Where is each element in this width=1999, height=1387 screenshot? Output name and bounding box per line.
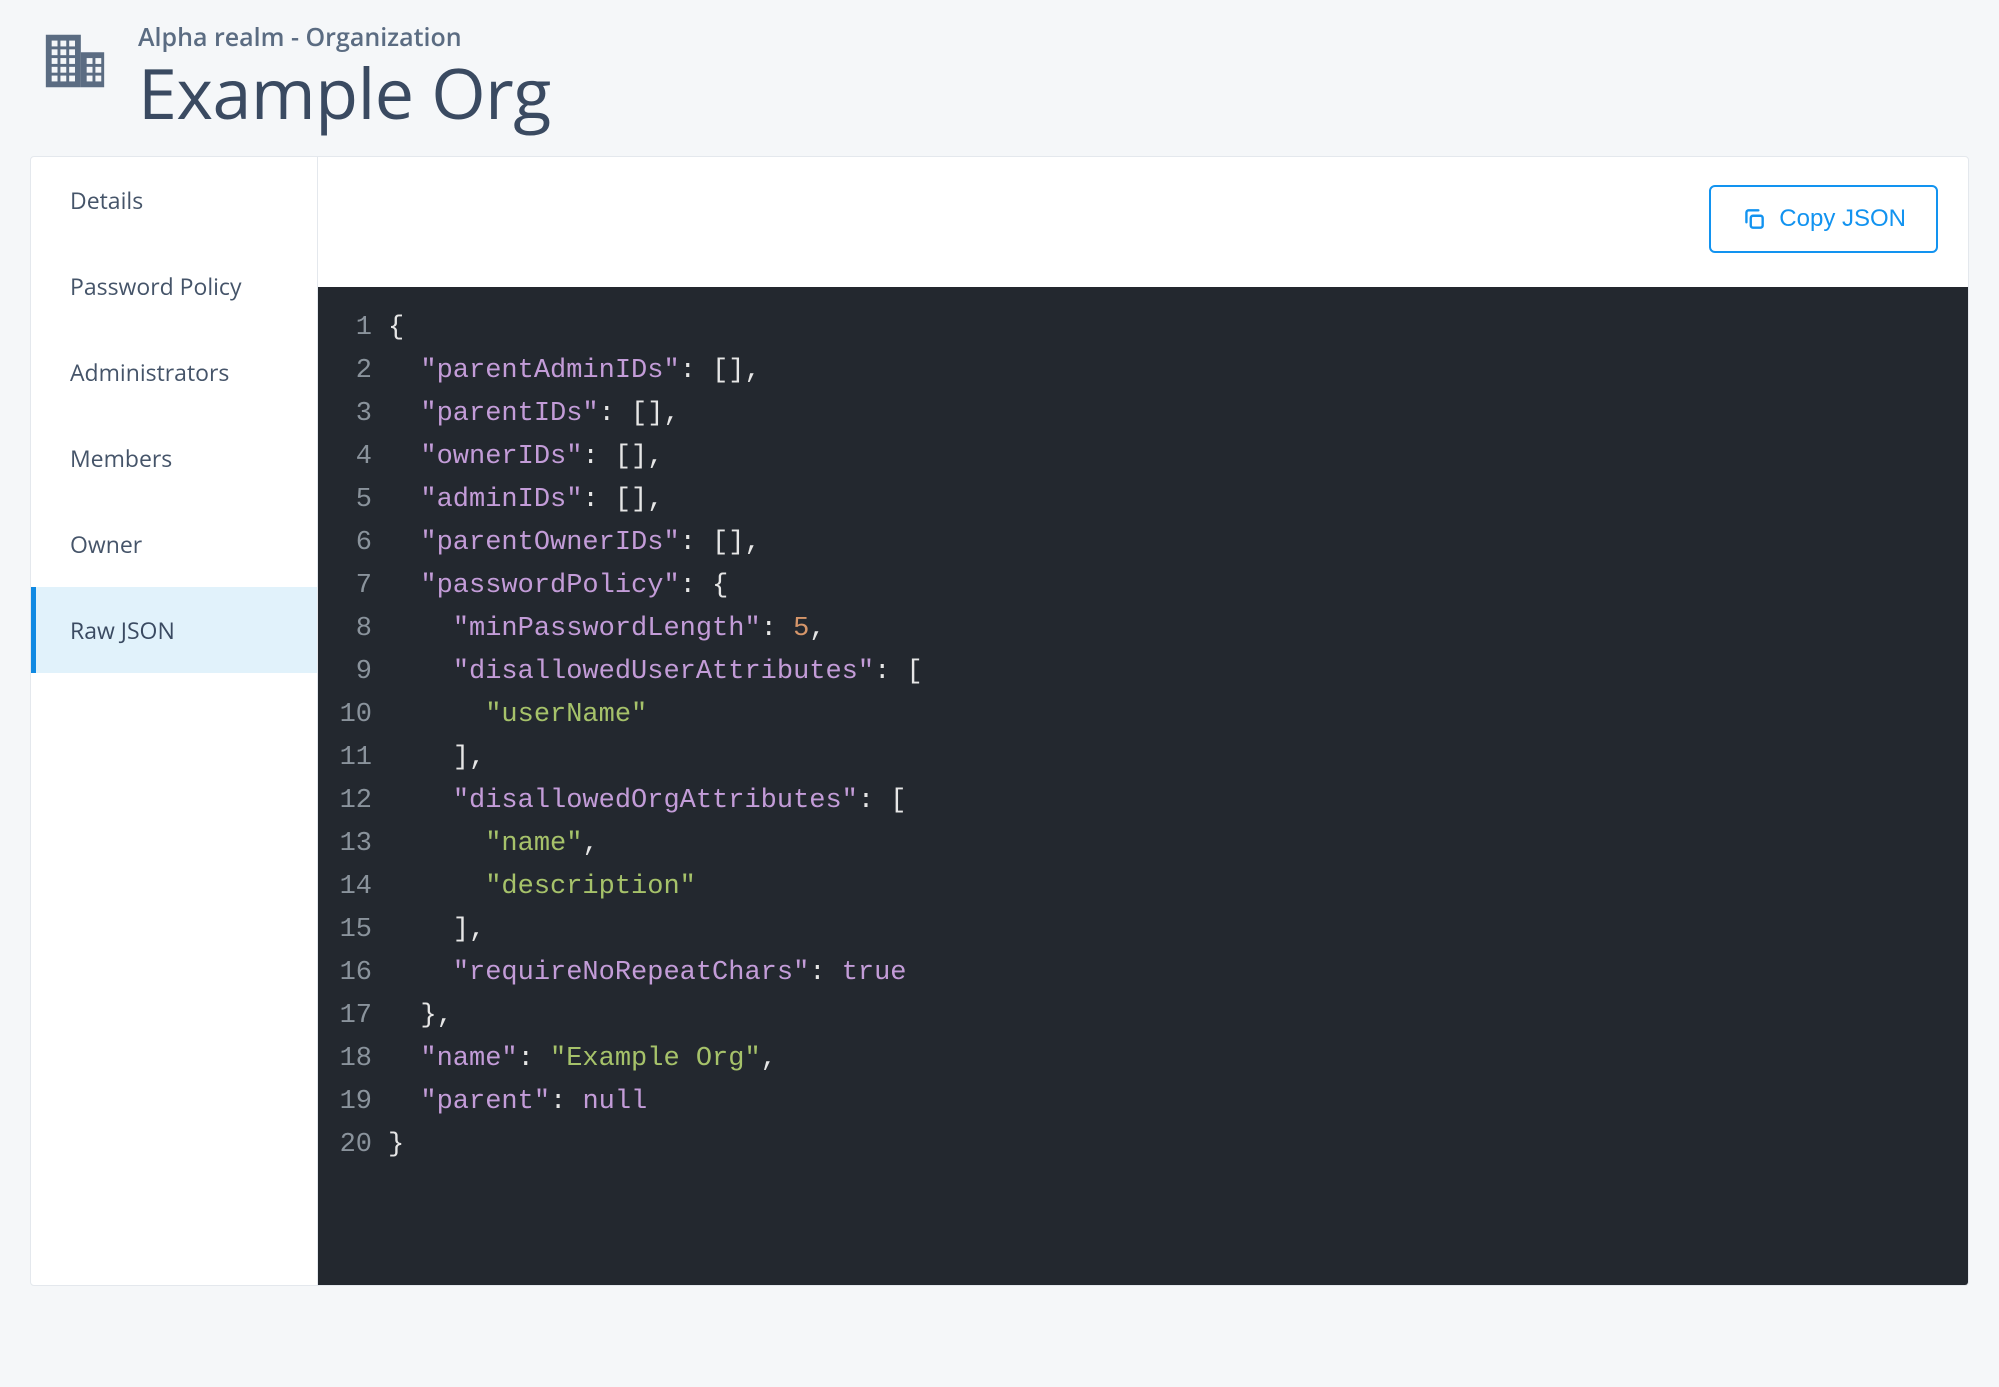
line-content: "requireNoRepeatChars": true	[388, 952, 907, 995]
line-content: "disallowedUserAttributes": [	[388, 651, 923, 694]
line-number: 4	[318, 436, 388, 479]
code-line: 13 "name",	[318, 823, 1968, 866]
code-line: 7 "passwordPolicy": {	[318, 565, 1968, 608]
code-line: 16 "requireNoRepeatChars": true	[318, 952, 1968, 995]
page-title: Example Org	[138, 56, 551, 130]
code-line: 1{	[318, 307, 1968, 350]
line-content: "minPasswordLength": 5,	[388, 608, 825, 651]
line-content: "parentIDs": [],	[388, 393, 680, 436]
line-content: "userName"	[388, 694, 647, 737]
line-number: 8	[318, 608, 388, 651]
sidebar-item-members[interactable]: Members	[31, 415, 317, 501]
code-line: 19 "parent": null	[318, 1081, 1968, 1124]
sidebar-item-details[interactable]: Details	[31, 157, 317, 243]
line-number: 14	[318, 866, 388, 909]
code-line: 20}	[318, 1124, 1968, 1167]
copy-json-button[interactable]: Copy JSON	[1709, 185, 1938, 253]
code-line: 10 "userName"	[318, 694, 1968, 737]
line-number: 5	[318, 479, 388, 522]
line-content: "passwordPolicy": {	[388, 565, 728, 608]
organization-icon	[40, 26, 110, 96]
code-line: 17 },	[318, 995, 1968, 1038]
line-number: 1	[318, 307, 388, 350]
toolbar: Copy JSON	[318, 157, 1968, 287]
page-header: Alpha realm - Organization Example Org	[30, 20, 1969, 156]
line-content: "name": "Example Org",	[388, 1038, 777, 1081]
sidebar-item-administrators[interactable]: Administrators	[31, 329, 317, 415]
copy-json-label: Copy JSON	[1779, 205, 1906, 233]
code-line: 3 "parentIDs": [],	[318, 393, 1968, 436]
code-line: 2 "parentAdminIDs": [],	[318, 350, 1968, 393]
line-content: ],	[388, 909, 485, 952]
sidebar-item-owner[interactable]: Owner	[31, 501, 317, 587]
json-code-viewer[interactable]: 1{2 "parentAdminIDs": [],3 "parentIDs": …	[318, 287, 1968, 1285]
code-line: 14 "description"	[318, 866, 1968, 909]
code-line: 11 ],	[318, 737, 1968, 780]
code-line: 4 "ownerIDs": [],	[318, 436, 1968, 479]
line-content: "parent": null	[388, 1081, 647, 1124]
line-number: 12	[318, 780, 388, 823]
line-number: 6	[318, 522, 388, 565]
line-number: 19	[318, 1081, 388, 1124]
sidebar-item-password-policy[interactable]: Password Policy	[31, 243, 317, 329]
line-content: ],	[388, 737, 485, 780]
copy-icon	[1741, 206, 1767, 232]
line-number: 13	[318, 823, 388, 866]
line-content: },	[388, 995, 453, 1038]
line-number: 17	[318, 995, 388, 1038]
line-number: 2	[318, 350, 388, 393]
line-number: 15	[318, 909, 388, 952]
sidebar-item-raw-json[interactable]: Raw JSON	[31, 587, 317, 673]
tab-sidebar: Details Password Policy Administrators M…	[31, 157, 318, 1285]
code-line: 8 "minPasswordLength": 5,	[318, 608, 1968, 651]
content-card: Details Password Policy Administrators M…	[30, 156, 1969, 1286]
line-content: "description"	[388, 866, 696, 909]
main-panel: Copy JSON 1{2 "parentAdminIDs": [],3 "pa…	[318, 157, 1968, 1285]
line-number: 3	[318, 393, 388, 436]
line-number: 9	[318, 651, 388, 694]
line-content: {	[388, 307, 404, 350]
line-number: 11	[318, 737, 388, 780]
line-number: 16	[318, 952, 388, 995]
code-line: 6 "parentOwnerIDs": [],	[318, 522, 1968, 565]
line-content: "disallowedOrgAttributes": [	[388, 780, 907, 823]
line-content: "parentOwnerIDs": [],	[388, 522, 761, 565]
line-number: 18	[318, 1038, 388, 1081]
code-line: 18 "name": "Example Org",	[318, 1038, 1968, 1081]
line-content: "name",	[388, 823, 599, 866]
code-line: 15 ],	[318, 909, 1968, 952]
code-line: 12 "disallowedOrgAttributes": [	[318, 780, 1968, 823]
line-content: }	[388, 1124, 404, 1167]
code-line: 5 "adminIDs": [],	[318, 479, 1968, 522]
line-content: "parentAdminIDs": [],	[388, 350, 761, 393]
code-line: 9 "disallowedUserAttributes": [	[318, 651, 1968, 694]
line-number: 10	[318, 694, 388, 737]
line-content: "adminIDs": [],	[388, 479, 663, 522]
line-content: "ownerIDs": [],	[388, 436, 663, 479]
line-number: 7	[318, 565, 388, 608]
line-number: 20	[318, 1124, 388, 1167]
